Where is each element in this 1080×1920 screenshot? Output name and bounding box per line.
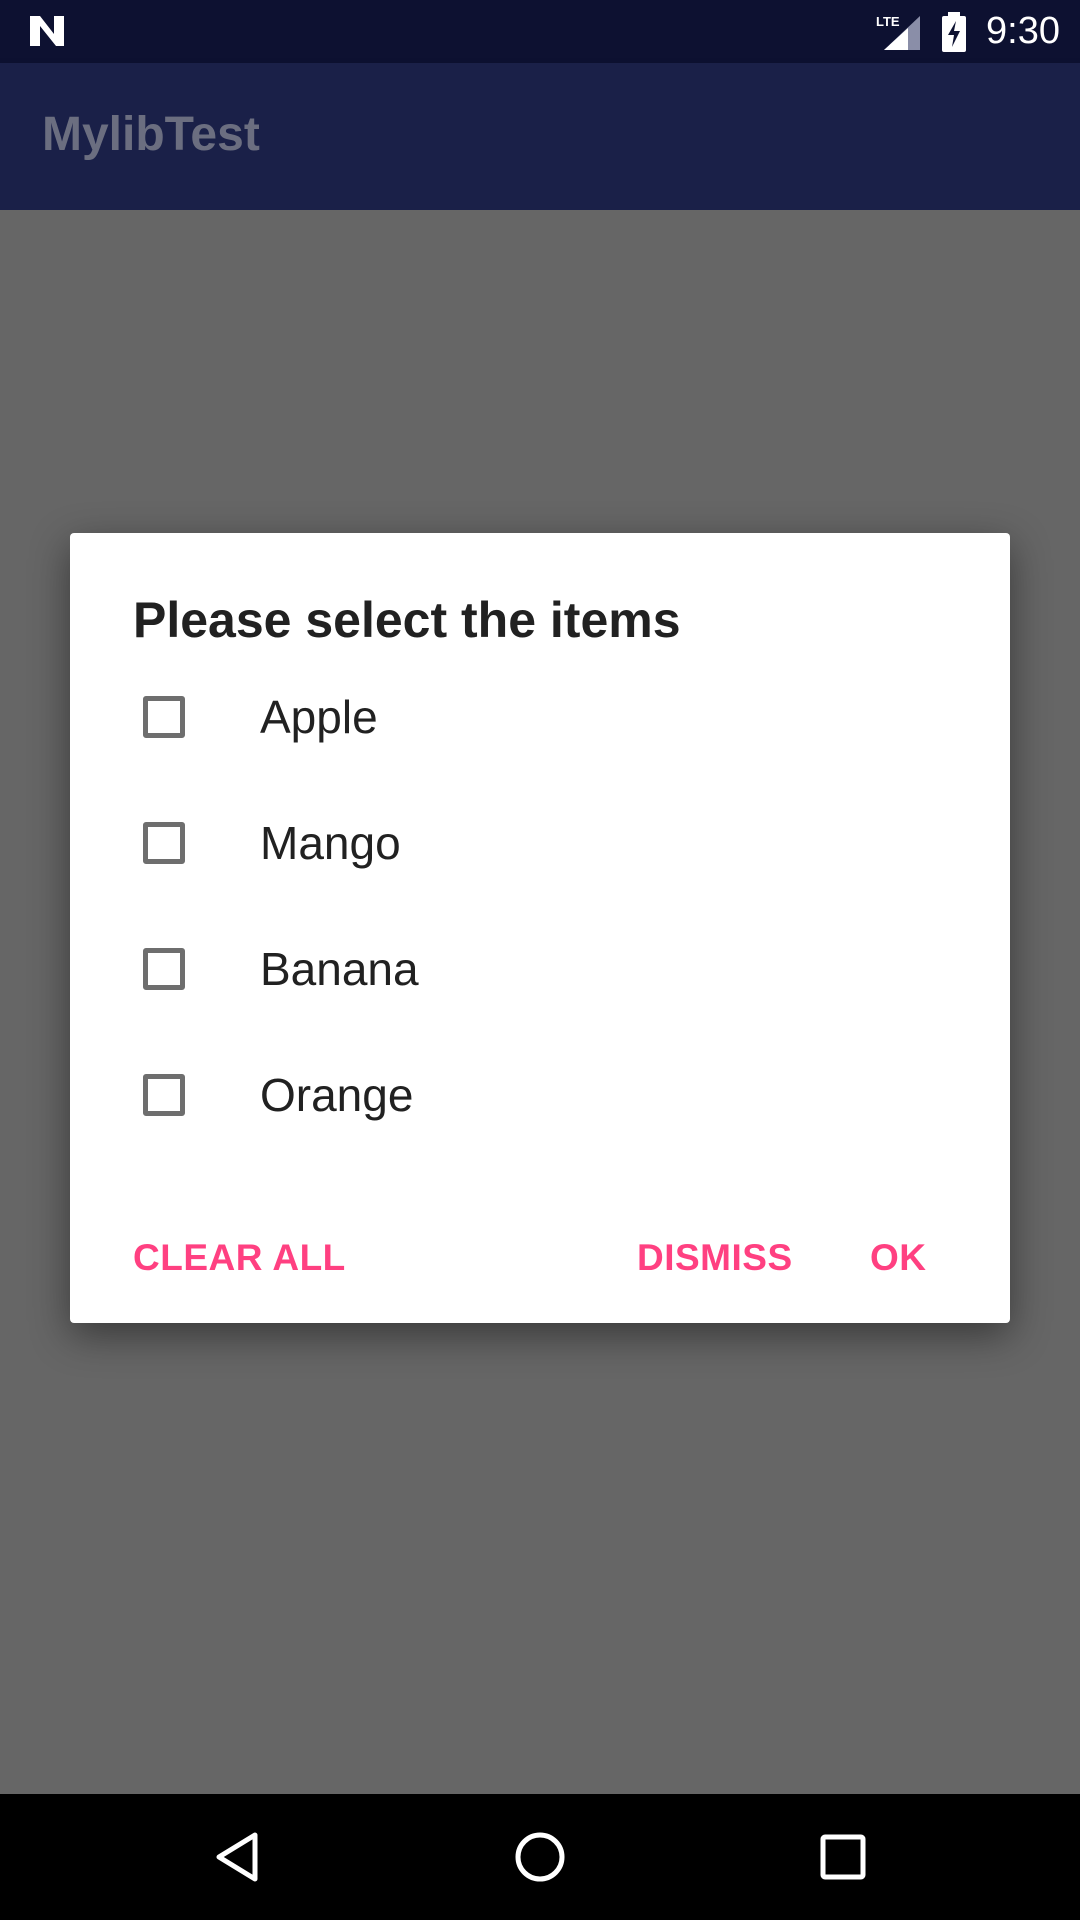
dismiss-button[interactable]: DISMISS — [637, 1223, 793, 1293]
network-label: LTE — [876, 14, 900, 29]
checkbox[interactable] — [143, 1074, 185, 1116]
app-title: MylibTest — [42, 108, 260, 161]
status-bar: LTE 9:30 — [0, 0, 1080, 63]
home-icon[interactable] — [510, 1827, 570, 1887]
lte-signal-icon: LTE — [876, 14, 920, 50]
recents-icon[interactable] — [813, 1827, 873, 1887]
app-bar: MylibTest — [0, 63, 1080, 210]
checkbox[interactable] — [143, 948, 185, 990]
battery-charging-icon — [942, 12, 966, 52]
ok-button[interactable]: OK — [870, 1223, 927, 1293]
n-logo-icon — [30, 16, 64, 46]
clear-all-button[interactable]: CLEAR ALL — [133, 1223, 346, 1293]
navigation-bar — [0, 1794, 1080, 1920]
item-label: Banana — [260, 943, 419, 995]
item-label: Apple — [260, 691, 378, 743]
item-label: Orange — [260, 1069, 414, 1121]
item-label: Mango — [260, 817, 401, 869]
back-icon[interactable] — [207, 1827, 267, 1887]
checkbox[interactable] — [143, 696, 185, 738]
status-time: 9:30 — [986, 10, 1060, 52]
multi-select-dialog: Please select the items Apple Mango Bana… — [70, 533, 1010, 1323]
list-item-mango[interactable]: Mango — [70, 782, 1010, 908]
list-item-apple[interactable]: Apple — [70, 656, 1010, 782]
dialog-title: Please select the items — [133, 592, 681, 648]
checkbox[interactable] — [143, 822, 185, 864]
list-item-banana[interactable]: Banana — [70, 908, 1010, 1034]
list-item-orange[interactable]: Orange — [70, 1034, 1010, 1160]
